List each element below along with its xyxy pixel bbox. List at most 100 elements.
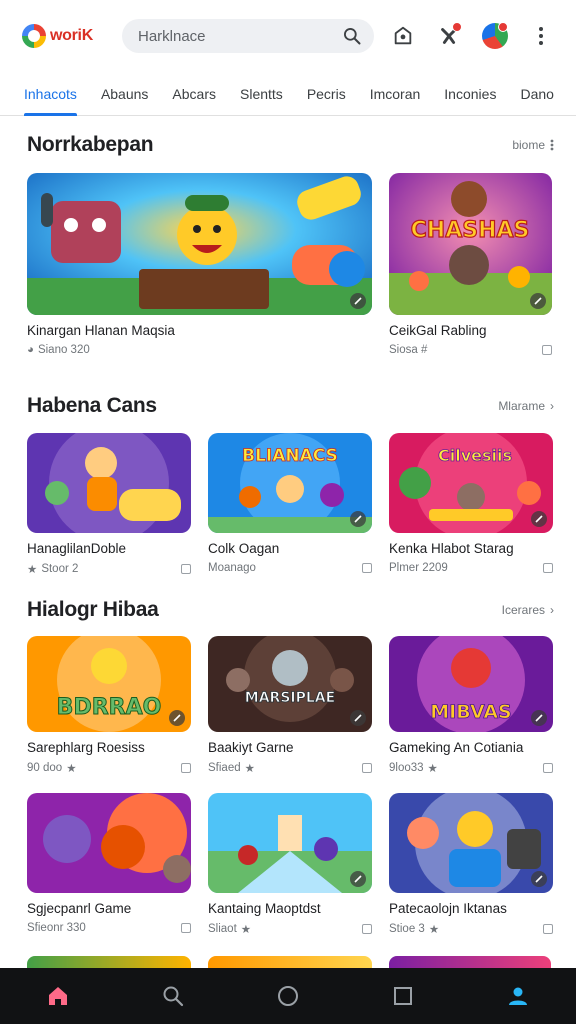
star-icon: ★ xyxy=(66,763,77,775)
bottom-navigation xyxy=(0,968,576,1024)
top-app-bar: woriK xyxy=(0,0,576,72)
game-meta: Sliaot ★ xyxy=(208,922,372,936)
category-tabs: Inhacots Abauns Abcars Slentts Pecris Im… xyxy=(0,72,576,116)
game-artwork-icon: CHASHAS xyxy=(389,173,552,315)
game-thumbnail xyxy=(389,793,553,893)
more-vert-icon xyxy=(550,139,554,151)
app-logo[interactable]: woriK xyxy=(22,24,108,48)
play-icon xyxy=(350,871,366,887)
tab-5[interactable]: Imcoran xyxy=(370,72,421,116)
section-featured: Norrkabepan biome Kinargan Hlanan Maqsia… xyxy=(0,127,576,356)
game-card[interactable]: CHASHAS CeikGal Rabling Siosa # xyxy=(389,173,552,356)
tab-4[interactable]: Pecris xyxy=(307,72,346,116)
tab-1[interactable]: Abauns xyxy=(101,72,148,116)
nav-square[interactable] xyxy=(379,972,427,1020)
tab-0[interactable]: Inhacots xyxy=(24,72,77,116)
section-games-3: Hialogr Hibaa Icerares › BDRRAO Sarephla… xyxy=(0,592,576,775)
play-icon xyxy=(531,511,547,527)
save-icon[interactable] xyxy=(543,924,553,934)
logo-icon xyxy=(22,24,46,48)
section-games-2: Habena Cans Mlarame › HanaglilanDoble ★ S… xyxy=(0,388,576,576)
game-thumbnail: Cilvesiis xyxy=(389,433,553,533)
save-icon[interactable] xyxy=(181,763,191,773)
game-card[interactable]: Sgjecpanrl Game Sfieonr 330 xyxy=(27,793,191,936)
more-vert-icon xyxy=(539,27,543,45)
logo-text: woriK xyxy=(50,27,93,44)
game-meta: Sfiaed ★ xyxy=(208,761,372,775)
overflow-menu-button[interactable] xyxy=(524,19,558,53)
tab-3[interactable]: Slentts xyxy=(240,72,283,116)
game-meta-text: Plmer 2209 xyxy=(389,562,448,574)
search-icon[interactable] xyxy=(342,26,362,46)
game-card[interactable]: Cilvesiis Kenka Hlabot Starag Plmer 2209 xyxy=(389,433,553,576)
game-meta-text: 90 doo xyxy=(27,762,63,774)
library-icon xyxy=(394,26,412,45)
game-title: Baakiyt Garne xyxy=(208,740,294,755)
nav-profile[interactable] xyxy=(494,972,542,1020)
game-title: Kenka Hlabot Starag xyxy=(389,541,514,556)
rating-icon: ◕ xyxy=(27,344,34,356)
game-card[interactable]: Kantaing Maoptdst Sliaot ★ xyxy=(208,793,372,936)
nav-circle[interactable] xyxy=(264,972,312,1020)
save-icon[interactable] xyxy=(181,923,191,933)
play-icon xyxy=(530,293,546,309)
section-more-button[interactable]: Icerares › xyxy=(502,603,554,617)
game-meta-text: Moanago xyxy=(208,562,256,574)
search-icon xyxy=(163,986,183,1007)
game-artwork-icon xyxy=(27,433,191,533)
game-card[interactable]: Patecaolojn Iktanas Stioe 3 ★ xyxy=(389,793,553,936)
game-card[interactable]: BLIANACS Colk Oagan Moanago xyxy=(208,433,372,576)
account-button[interactable] xyxy=(478,19,512,53)
nav-home[interactable] xyxy=(34,972,82,1020)
search-bar[interactable] xyxy=(122,19,374,53)
chevron-right-icon: › xyxy=(550,603,554,617)
star-icon: ★ xyxy=(427,763,438,775)
nav-search[interactable] xyxy=(149,972,197,1020)
tab-2[interactable]: Abcars xyxy=(172,72,216,116)
artwork-title: MIBVAS xyxy=(430,701,512,723)
game-card[interactable]: HanaglilanDoble ★ Stoor 2 xyxy=(27,433,191,576)
play-icon xyxy=(350,511,366,527)
game-meta-text: Stioe 3 xyxy=(389,923,425,935)
section-more-label: Mlarame xyxy=(498,399,545,413)
library-button[interactable] xyxy=(386,19,420,53)
save-icon[interactable] xyxy=(362,563,372,573)
star-icon: ★ xyxy=(240,924,252,936)
game-artwork-icon xyxy=(27,793,191,893)
game-card[interactable]: BDRRAO Sarephlarg Roesiss 90 doo ★ xyxy=(27,636,191,775)
save-icon[interactable] xyxy=(181,564,191,574)
profile-icon xyxy=(509,987,528,1005)
save-icon[interactable] xyxy=(543,763,553,773)
game-artwork-icon: BDRRAO xyxy=(27,636,191,732)
section-title: Hialogr Hibaa xyxy=(27,598,159,621)
save-icon[interactable] xyxy=(542,345,552,355)
game-meta-text: 9loo33 xyxy=(389,762,424,774)
game-meta: ◕ Siano 320 xyxy=(27,344,372,356)
game-title: CeikGal Rabling xyxy=(389,323,487,338)
game-meta-text: Sfiaed xyxy=(208,762,241,774)
game-title: Patecaolojn Iktanas xyxy=(389,901,507,916)
game-meta: ★ Stoor 2 xyxy=(27,562,191,576)
save-icon[interactable] xyxy=(543,563,553,573)
tab-7[interactable]: Dano xyxy=(520,72,553,116)
search-input[interactable] xyxy=(138,27,342,45)
game-card[interactable]: MIBVAS Gameking An Cotiania 9loo33 ★ xyxy=(389,636,553,775)
game-card[interactable]: Kinargan Hlanan Maqsia ◕ Siano 320 xyxy=(27,173,372,356)
game-thumbnail: CHASHAS xyxy=(389,173,552,315)
save-icon[interactable] xyxy=(362,924,372,934)
save-icon[interactable] xyxy=(362,763,372,773)
game-meta-text: Sliaot xyxy=(208,923,237,935)
game-artwork-icon: MIBVAS xyxy=(389,636,553,732)
game-thumbnail xyxy=(27,793,191,893)
tab-6[interactable]: Inconies xyxy=(444,72,496,116)
game-thumbnail xyxy=(27,173,372,315)
notifications-button[interactable] xyxy=(432,19,466,53)
game-thumbnail: BDRRAO xyxy=(27,636,191,732)
artwork-title: CHASHAS xyxy=(411,218,530,243)
section-more-label: Icerares xyxy=(501,603,545,617)
game-card[interactable]: MARSIPLAE Baakiyt Garne Sfiaed ★ xyxy=(208,636,372,775)
circle-icon xyxy=(277,986,298,1006)
section-title: Norrkabepan xyxy=(27,133,154,156)
section-more-button[interactable]: biome xyxy=(512,138,554,152)
section-more-button[interactable]: Mlarame › xyxy=(498,399,554,413)
